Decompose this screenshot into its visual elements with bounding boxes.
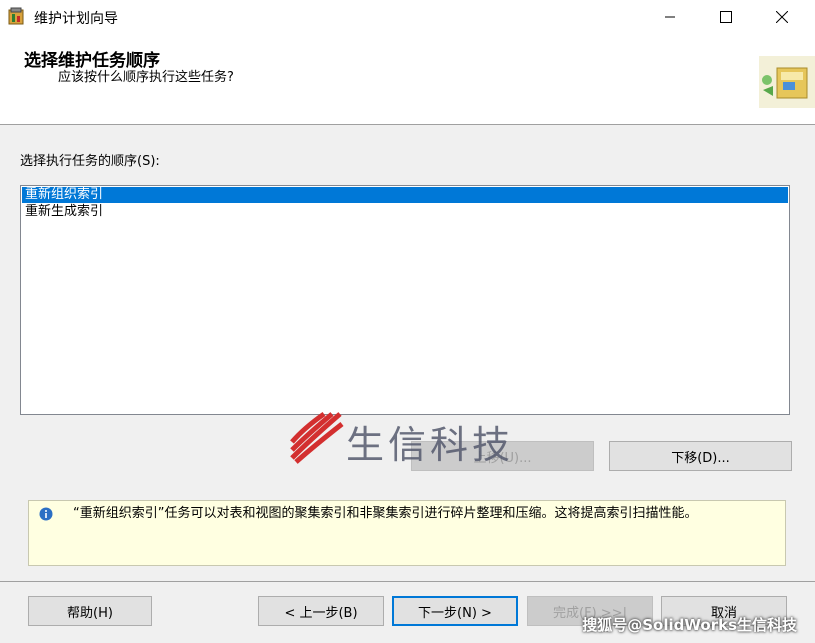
info-box: “重新组织索引”任务可以对表和视图的聚集索引和非聚集索引进行碎片整理和压缩。这将… [28,500,786,566]
wizard-banner-icon [755,50,815,110]
window-title: 维护计划向导 [34,11,118,27]
task-order-list[interactable]: 重新组织索引 重新生成索引 [20,185,790,415]
close-icon [776,11,788,23]
corner-watermark: 搜狐号@SolidWorks生信科技 [582,616,797,634]
maximize-button[interactable] [703,0,749,34]
minimize-icon [665,16,675,18]
watermark-text: 生信科技 [346,423,515,467]
task-order-label: 选择执行任务的顺序(S): [20,154,160,169]
back-button[interactable]: < 上一步(B) [258,596,384,626]
watermark-logo-icon [290,411,344,464]
app-icon [8,7,26,25]
list-item[interactable]: 重新生成索引 [22,204,788,220]
title-bar: 维护计划向导 [0,0,815,34]
maximize-icon [720,11,732,23]
footer-divider [0,581,815,582]
info-text: “重新组织索引”任务可以对表和视图的聚集索引和非聚集索引进行碎片整理和压缩。这将… [73,506,698,521]
watermark: 生信科技 [290,410,560,467]
info-icon [39,507,53,521]
page-subtitle: 应该按什么顺序执行这些任务? [58,70,234,85]
list-item[interactable]: 重新组织索引 [22,187,788,203]
move-down-button[interactable]: 下移(D)... [609,441,792,471]
help-button[interactable]: 帮助(H) [28,596,152,626]
wizard-header: 选择维护任务顺序 应该按什么顺序执行这些任务? [0,34,815,125]
next-button[interactable]: 下一步(N) > [392,596,518,626]
minimize-button[interactable] [647,0,693,34]
close-button[interactable] [759,0,805,34]
